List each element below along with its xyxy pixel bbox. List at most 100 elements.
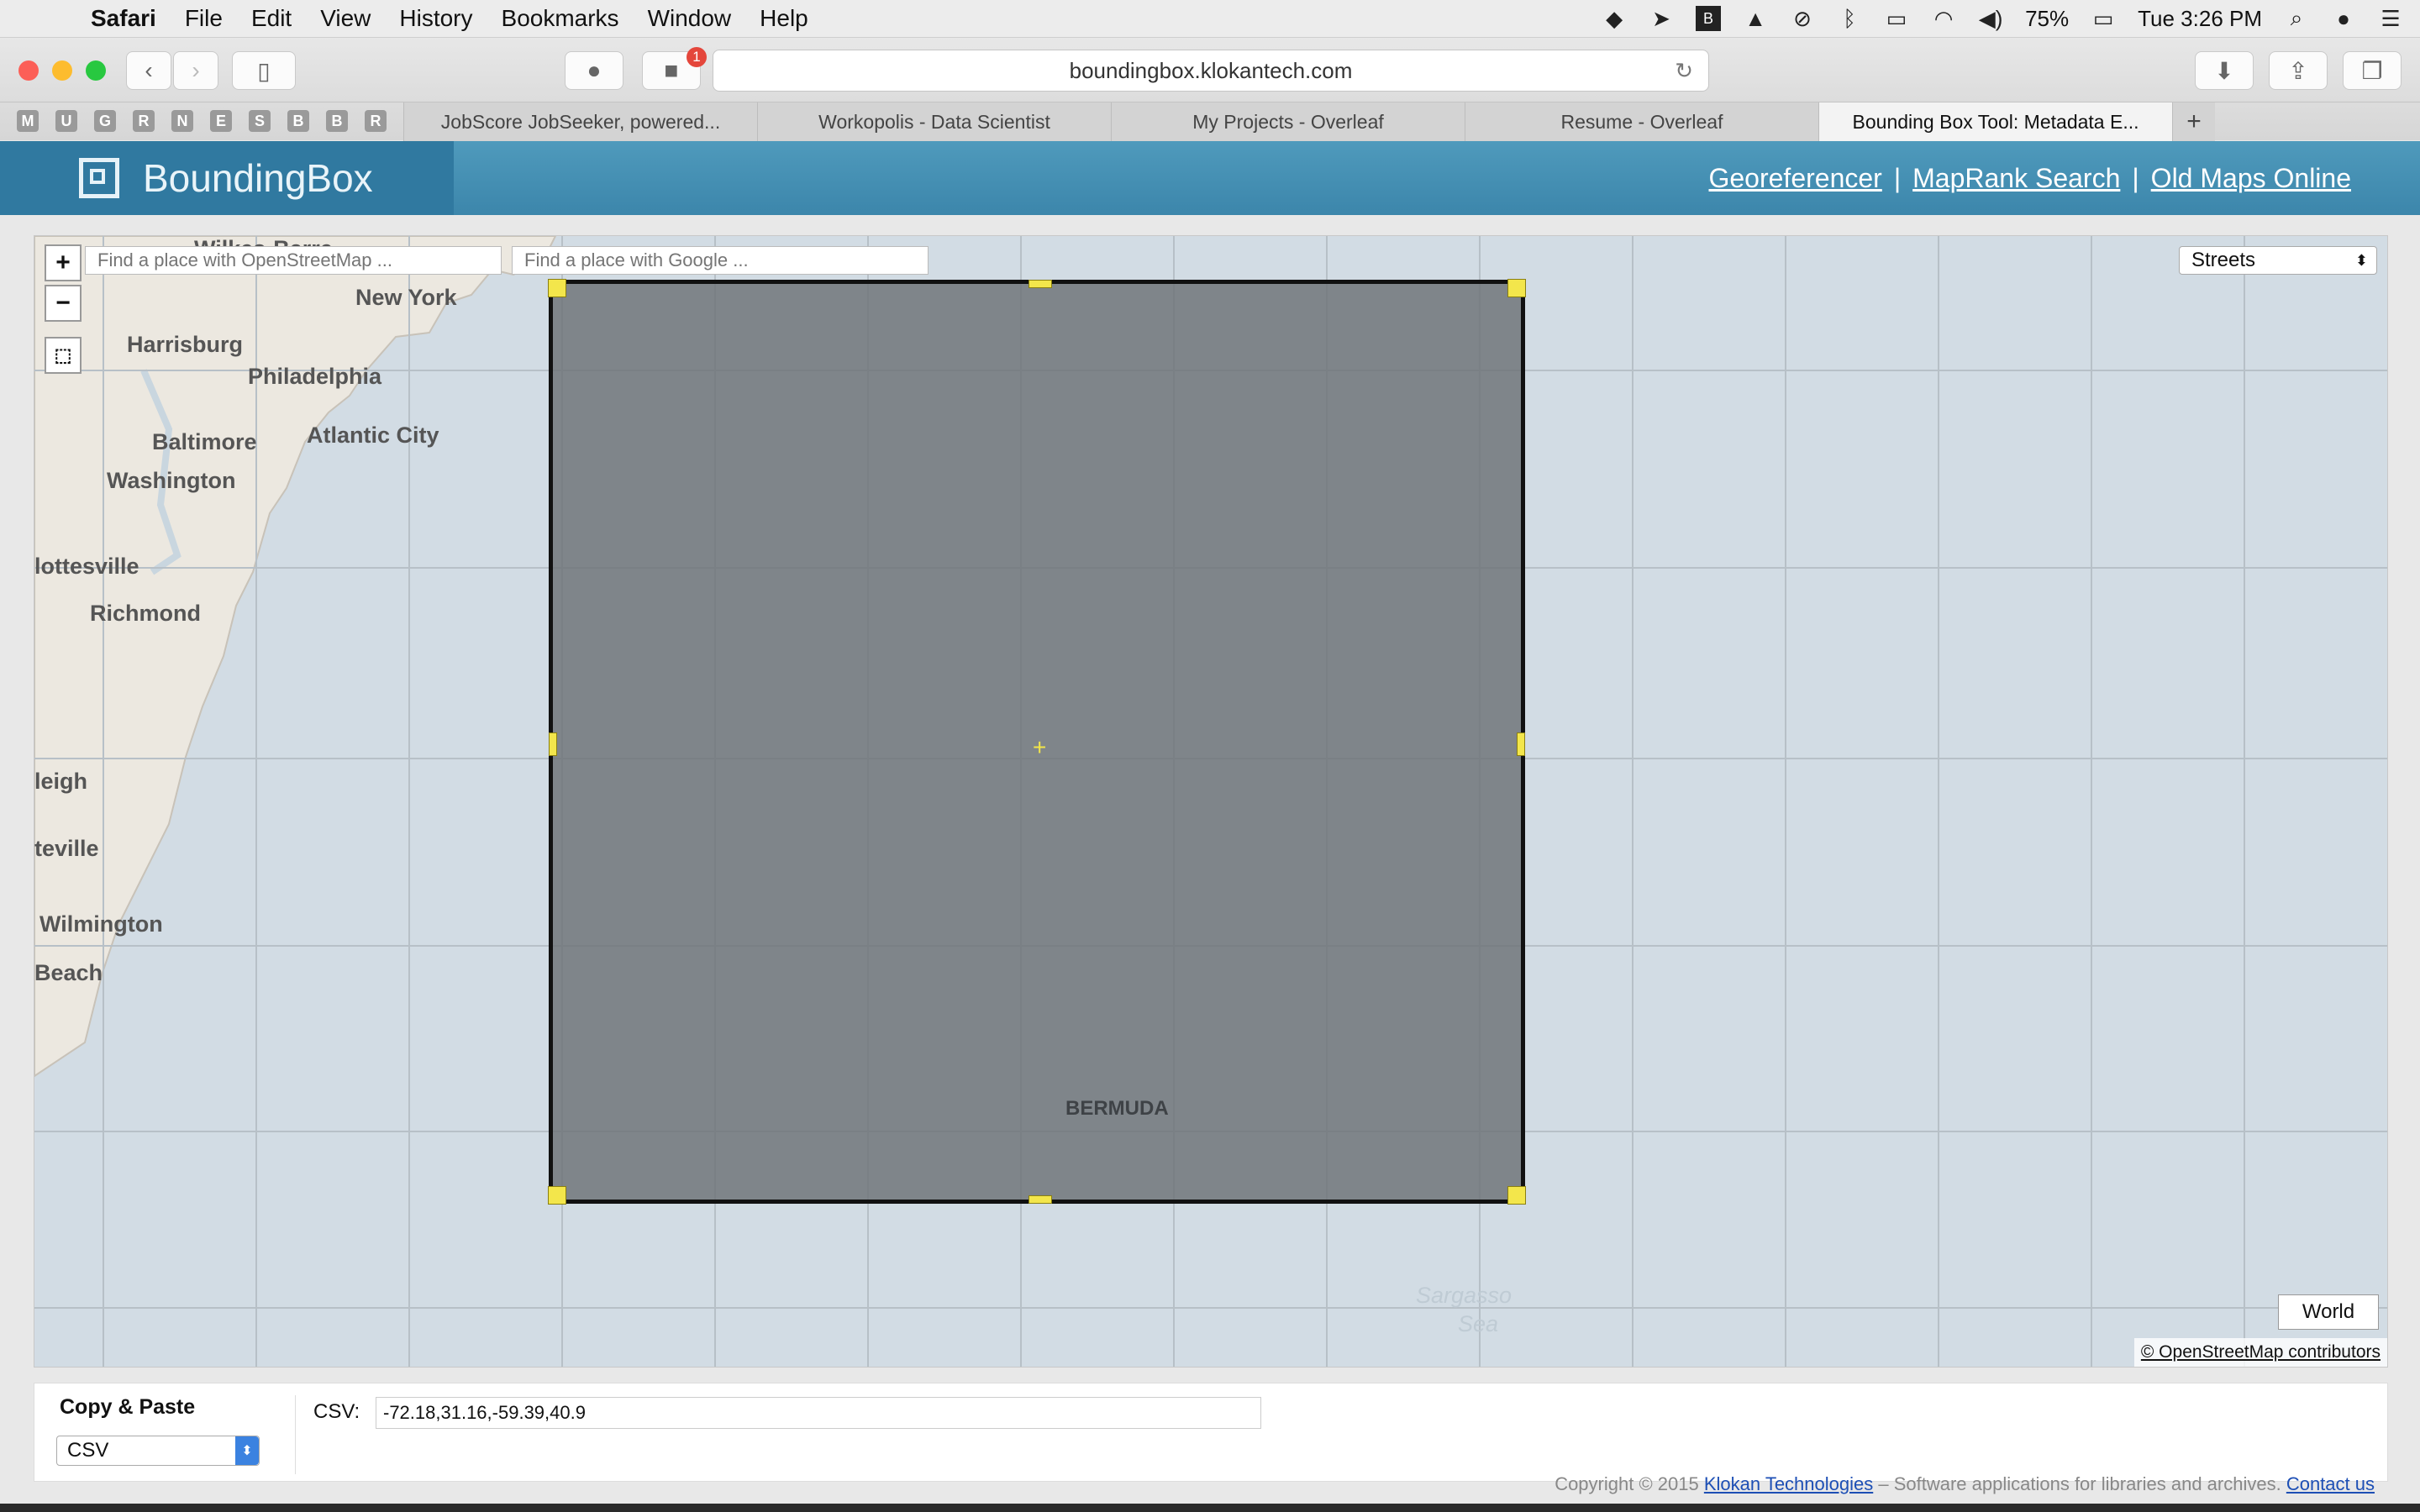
bbox-handle-bottom-left[interactable]	[548, 1186, 566, 1205]
tab-overleaf-projects[interactable]: My Projects - Overleaf	[1111, 102, 1465, 141]
forward-button[interactable]: ›	[173, 51, 218, 90]
map-label-sargasso: Sargasso	[1416, 1283, 1512, 1308]
bbox-handle-top-right[interactable]	[1507, 279, 1526, 297]
map-label-baltimore: Baltimore	[152, 429, 257, 454]
bbox-handle-left[interactable]	[549, 732, 557, 756]
site-logo[interactable]: BoundingBox	[0, 141, 454, 215]
sidebar-toggle-icon[interactable]: ▯	[232, 51, 296, 90]
new-tab-button[interactable]: +	[2172, 102, 2215, 141]
bbox-handle-bottom-right[interactable]	[1507, 1186, 1526, 1205]
tab-bounding-box[interactable]: Bounding Box Tool: Metadata E...	[1818, 102, 2172, 141]
layer-select[interactable]: Streets ⬍	[2179, 246, 2377, 275]
zoom-out-button[interactable]: −	[45, 285, 82, 322]
osm-attribution-link[interactable]: © OpenStreetMap contributors	[2133, 1338, 2387, 1367]
address-bar[interactable]: boundingbox.klokantech.com ↻	[713, 50, 1709, 92]
pinned-tab[interactable]: R	[365, 110, 387, 132]
siri-icon[interactable]: ●	[2331, 6, 2356, 31]
menu-bookmarks[interactable]: Bookmarks	[502, 5, 619, 32]
bbox-handle-right[interactable]	[1517, 732, 1525, 756]
menu-bar: Safari File Edit View History Bookmarks …	[0, 0, 2420, 38]
pinned-tab[interactable]: M	[17, 110, 39, 132]
pinned-tab[interactable]: B	[287, 110, 309, 132]
pinned-tab[interactable]: U	[55, 110, 77, 132]
browser-toolbar: ‹ › ▯ ● ■ 1 boundingbox.klokantech.com ↻ …	[0, 38, 2420, 102]
close-window-button[interactable]	[18, 60, 39, 81]
bitdefender-icon[interactable]: B	[1696, 6, 1722, 31]
map-label-sea: Sea	[1458, 1311, 1499, 1336]
tab-bar: M U G R N E S B B R JobScore JobSeeker, …	[0, 102, 2420, 141]
downloads-icon[interactable]: ⬇	[2195, 51, 2254, 90]
zoom-in-button[interactable]: +	[45, 244, 82, 281]
battery-icon[interactable]: ▭	[2091, 6, 2116, 31]
bbox-handle-top[interactable]	[1028, 280, 1052, 288]
google-drive-icon[interactable]: ▲	[1743, 6, 1768, 31]
select-stepper-icon: ⬍	[235, 1436, 259, 1465]
world-button[interactable]: World	[2278, 1294, 2379, 1330]
google-search-input[interactable]	[512, 246, 929, 275]
klokan-link[interactable]: Klokan Technologies	[1704, 1473, 1873, 1494]
menu-edit[interactable]: Edit	[251, 5, 292, 32]
zoom-window-button[interactable]	[86, 60, 106, 81]
minimize-window-button[interactable]	[52, 60, 72, 81]
old-maps-online-link[interactable]: Old Maps Online	[2151, 163, 2351, 194]
volume-icon[interactable]: ◀)	[1978, 6, 2003, 31]
osm-search-input[interactable]	[85, 246, 502, 275]
map-label-atlantic-city: Atlantic City	[307, 423, 439, 448]
csv-output-field[interactable]: -72.18,31.16,-59.39,40.9	[376, 1397, 1261, 1429]
georeferencer-link[interactable]: Georeferencer	[1708, 163, 1881, 194]
tab-workopolis[interactable]: Workopolis - Data Scientist	[757, 102, 1111, 141]
map-canvas[interactable]: Wilkes-Barre New York Harrisburg Philade…	[34, 235, 2388, 1368]
menu-file[interactable]: File	[185, 5, 223, 32]
csv-label: CSV:	[313, 1400, 360, 1423]
notification-center-icon[interactable]: ☰	[2378, 6, 2403, 31]
menu-view[interactable]: View	[320, 5, 371, 32]
bbox-handle-bottom[interactable]	[1028, 1195, 1052, 1204]
do-not-disturb-icon[interactable]: ⊘	[1790, 6, 1815, 31]
tab-overleaf-resume[interactable]: Resume - Overleaf	[1465, 102, 1818, 141]
pinned-tab[interactable]: G	[94, 110, 116, 132]
page-footer: Copyright © 2015 Klokan Technologies – S…	[1555, 1473, 2375, 1495]
menu-clock[interactable]: Tue 3:26 PM	[2138, 6, 2262, 32]
site-header: BoundingBox Georeferencer | MapRank Sear…	[0, 141, 2420, 215]
back-button[interactable]: ‹	[126, 51, 171, 90]
bounding-box-rectangle[interactable]: + BERMUDA	[548, 279, 1526, 1205]
format-select-value: CSV	[67, 1439, 109, 1462]
boundingbox-logo-icon	[79, 158, 119, 198]
tab-overview-icon[interactable]: ❐	[2343, 51, 2402, 90]
menu-app-name[interactable]: Safari	[91, 5, 156, 32]
draw-box-tool-icon[interactable]: ⬚	[45, 337, 82, 374]
airplay-icon[interactable]: ▭	[1884, 6, 1909, 31]
bbox-center-move-icon[interactable]: +	[1033, 734, 1046, 761]
maprank-search-link[interactable]: MapRank Search	[1912, 163, 2120, 194]
map-label-raleigh: leigh	[34, 769, 88, 794]
layer-select-value: Streets	[2191, 249, 2256, 271]
panel-divider	[295, 1395, 296, 1474]
pinned-tab[interactable]: E	[210, 110, 232, 132]
select-arrows-icon: ⬍	[2354, 251, 2368, 269]
contact-us-link[interactable]: Contact us	[2286, 1473, 2375, 1494]
tab-jobscore[interactable]: JobScore JobSeeker, powered...	[403, 102, 757, 141]
privacy-extension-icon[interactable]: ●	[565, 51, 623, 90]
pinned-tab[interactable]: R	[133, 110, 155, 132]
menu-history[interactable]: History	[399, 5, 472, 32]
battery-percent[interactable]: 75%	[2025, 6, 2069, 32]
map-label-charlottesville: lottesville	[34, 554, 139, 579]
share-icon[interactable]: ⇪	[2269, 51, 2328, 90]
format-select[interactable]: CSV ⬍	[56, 1436, 260, 1466]
pinned-tab[interactable]: S	[249, 110, 271, 132]
spotlight-search-icon[interactable]: ⌕	[2284, 5, 2309, 31]
extension-icon[interactable]: ■ 1	[642, 47, 707, 90]
logo-text: BoundingBox	[143, 156, 373, 200]
reload-icon[interactable]: ↻	[1675, 58, 1693, 84]
copy-paste-title: Copy & Paste	[60, 1395, 196, 1419]
bbox-handle-top-left[interactable]	[548, 279, 566, 297]
pinned-tab[interactable]: B	[326, 110, 348, 132]
menu-window[interactable]: Window	[648, 5, 732, 32]
wifi-icon[interactable]: ◠	[1931, 6, 1956, 31]
location-arrow-icon: ➤	[1652, 5, 1670, 31]
bluetooth-icon[interactable]: ᛒ	[1837, 6, 1862, 31]
pinned-tab[interactable]: N	[171, 110, 193, 132]
dropbox-icon[interactable]: ◆	[1602, 6, 1627, 31]
map-label-new-york: New York	[355, 285, 457, 310]
menu-help[interactable]: Help	[760, 5, 808, 32]
